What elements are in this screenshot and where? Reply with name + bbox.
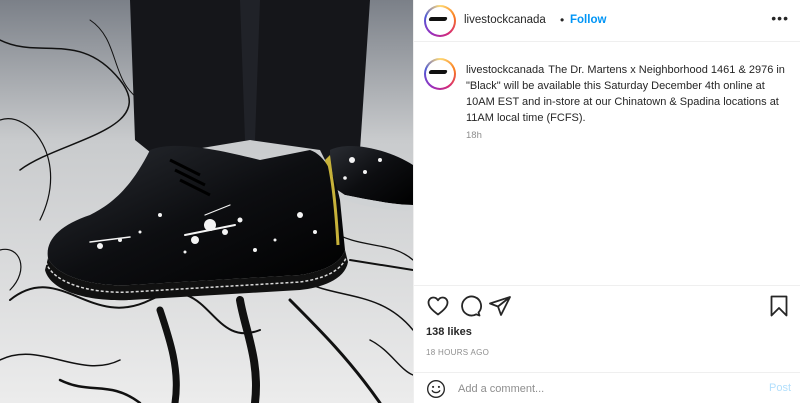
comment-icon[interactable]	[458, 294, 482, 318]
like-count[interactable]: 138 likes	[426, 326, 472, 338]
action-bar	[414, 285, 800, 325]
post-photo-illustration	[0, 0, 413, 403]
comment-bar: Post	[414, 372, 800, 403]
author-username[interactable]: livestockcanada	[464, 14, 546, 26]
bookmark-icon[interactable]	[767, 294, 791, 318]
more-options-icon[interactable]: •••	[771, 10, 789, 26]
post-comment-button[interactable]: Post	[769, 382, 791, 394]
caption-time[interactable]: 18h	[466, 130, 482, 141]
post-image[interactable]	[0, 0, 413, 403]
comment-input[interactable]	[458, 380, 758, 398]
emoji-icon[interactable]	[426, 379, 446, 399]
post-header: livestockcanada • Follow •••	[414, 0, 800, 42]
post-timestamp[interactable]: 18 HOURS AGO	[426, 348, 489, 357]
follow-button[interactable]: Follow	[570, 14, 606, 26]
share-icon[interactable]	[488, 294, 512, 318]
caption-avatar[interactable]	[424, 58, 456, 90]
author-avatar[interactable]	[424, 5, 456, 37]
post-details-panel: livestockcanada • Follow ••• livestockca…	[413, 0, 800, 403]
caption-text-block: livestockcanada The Dr. Martens x Neighbo…	[466, 62, 788, 126]
separator-dot: •	[560, 13, 565, 27]
heart-icon[interactable]	[426, 294, 450, 318]
caption-username[interactable]: livestockcanada	[466, 64, 544, 76]
